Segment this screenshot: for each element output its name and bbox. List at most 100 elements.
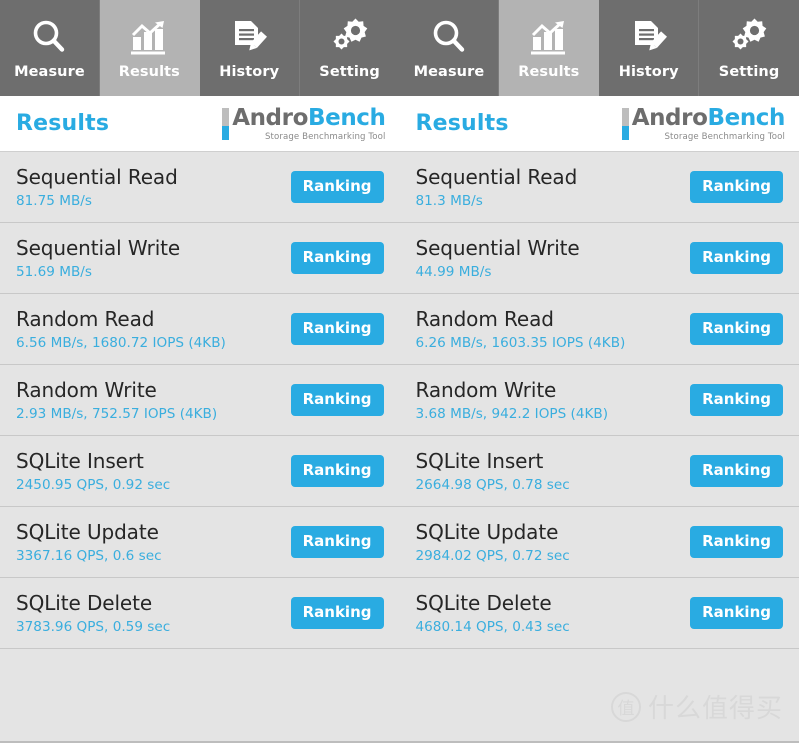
result-text: Sequential Write 44.99 MB/s <box>415 235 580 280</box>
tab-results[interactable]: Results <box>499 0 600 96</box>
tab-setting[interactable]: Setting <box>299 0 400 96</box>
result-text: SQLite Update 3367.16 QPS, 0.6 sec <box>16 519 162 564</box>
result-title: Random Write <box>16 377 157 402</box>
result-text: Sequential Read 81.3 MB/s <box>415 164 578 209</box>
ranking-button[interactable]: Ranking <box>690 455 783 487</box>
tab-history[interactable]: History <box>199 0 300 96</box>
result-value: 4680.14 QPS, 0.43 sec <box>415 618 570 635</box>
result-value: 2450.95 QPS, 0.92 sec <box>16 476 171 493</box>
page-title: Results <box>16 111 110 136</box>
logo-word-bench: Bench <box>307 105 386 131</box>
list-empty-space <box>0 649 400 743</box>
magnifier-icon <box>29 13 69 60</box>
logo-wordmark: AndroBench <box>232 105 386 131</box>
result-row: SQLite Insert 2450.95 QPS, 0.92 sec Rank… <box>0 436 400 507</box>
tab-measure[interactable]: Measure <box>0 0 100 96</box>
ranking-button[interactable]: Ranking <box>690 597 783 629</box>
ranking-button[interactable]: Ranking <box>290 384 384 416</box>
results-list: Sequential Read 81.3 MB/s Ranking Sequen… <box>399 152 799 743</box>
result-row: Random Read 6.26 MB/s, 1603.35 IOPS (4KB… <box>399 294 799 365</box>
androbench-panel: Measure Results History SettingResults <box>0 0 400 743</box>
tab-bar: Measure Results History Setting <box>0 0 400 96</box>
bar-chart-trend-icon <box>528 13 570 60</box>
result-value: 81.3 MB/s <box>415 192 483 209</box>
ranking-button[interactable]: Ranking <box>290 171 384 203</box>
ranking-button[interactable]: Ranking <box>690 171 783 203</box>
result-title: SQLite Delete <box>415 590 552 615</box>
bar-chart-trend-icon <box>128 13 170 60</box>
app-header: Results AndroBench Storage Benchmarking … <box>399 96 799 152</box>
tab-label: Results <box>118 64 180 80</box>
logo-bar-icon <box>222 107 230 140</box>
logo-word-andro: Andro <box>232 105 308 131</box>
result-value: 6.26 MB/s, 1603.35 IOPS (4KB) <box>415 334 626 351</box>
result-title: Random Read <box>16 306 155 331</box>
result-title: Sequential Read <box>415 164 578 189</box>
ranking-button[interactable]: Ranking <box>290 242 384 274</box>
tab-label: Setting <box>319 64 380 80</box>
gears-icon <box>329 13 371 60</box>
result-title: Random Write <box>415 377 557 402</box>
tab-setting[interactable]: Setting <box>699 0 799 96</box>
ranking-button[interactable]: Ranking <box>290 313 384 345</box>
result-text: Random Read 6.56 MB/s, 1680.72 IOPS (4KB… <box>16 306 226 351</box>
tab-label: Setting <box>718 64 780 80</box>
result-text: SQLite Delete 4680.14 QPS, 0.43 sec <box>415 590 570 635</box>
result-text: Random Write 3.68 MB/s, 942.2 IOPS (4KB) <box>415 377 609 422</box>
result-text: SQLite Insert 2450.95 QPS, 0.92 sec <box>16 449 171 493</box>
result-text: Random Write 2.93 MB/s, 752.57 IOPS (4KB… <box>16 377 218 422</box>
ranking-button[interactable]: Ranking <box>690 242 783 274</box>
result-text: Random Read 6.26 MB/s, 1603.35 IOPS (4KB… <box>415 306 626 351</box>
result-text: Sequential Write 51.69 MB/s <box>16 235 181 280</box>
ranking-button[interactable]: Ranking <box>290 597 384 629</box>
result-row: Sequential Write 44.99 MB/s Ranking <box>399 223 799 294</box>
tab-measure[interactable]: Measure <box>399 0 500 96</box>
result-row: Sequential Write 51.69 MB/s Ranking <box>0 223 400 294</box>
result-text: SQLite Delete 3783.96 QPS, 0.59 sec <box>16 590 171 635</box>
logo-tagline: Storage Benchmarking Tool <box>264 132 386 142</box>
result-row: SQLite Delete 3783.96 QPS, 0.59 sec Rank… <box>0 578 400 649</box>
androbench-logo: AndroBench Storage Benchmarking Tool <box>222 105 386 142</box>
result-value: 81.75 MB/s <box>16 192 92 209</box>
tab-history[interactable]: History <box>599 0 700 96</box>
dual-screenshot-comparison: Measure Results History SettingResults <box>0 0 799 743</box>
result-value: 3367.16 QPS, 0.6 sec <box>16 547 162 564</box>
gears-icon <box>728 13 770 60</box>
ranking-button[interactable]: Ranking <box>690 313 783 345</box>
ranking-button[interactable]: Ranking <box>690 526 783 558</box>
result-title: Sequential Read <box>16 164 178 189</box>
result-row: Sequential Read 81.3 MB/s Ranking <box>399 152 799 223</box>
result-value: 2.93 MB/s, 752.57 IOPS (4KB) <box>16 405 218 422</box>
result-row: Random Write 3.68 MB/s, 942.2 IOPS (4KB)… <box>399 365 799 436</box>
result-title: Sequential Write <box>16 235 181 260</box>
ranking-button[interactable]: Ranking <box>690 384 783 416</box>
tab-results[interactable]: Results <box>99 0 200 96</box>
result-title: Random Read <box>415 306 554 331</box>
tab-label: Measure <box>413 64 485 80</box>
logo-word-andro: Andro <box>631 105 708 131</box>
tab-label: History <box>618 64 679 80</box>
result-value: 51.69 MB/s <box>16 263 92 280</box>
result-title: SQLite Delete <box>16 590 153 615</box>
ranking-button[interactable]: Ranking <box>290 526 384 558</box>
result-row: SQLite Delete 4680.14 QPS, 0.43 sec Rank… <box>399 578 799 649</box>
ranking-button[interactable]: Ranking <box>290 455 384 487</box>
result-title: Sequential Write <box>415 235 580 260</box>
result-row: SQLite Update 2984.02 QPS, 0.72 sec Rank… <box>399 507 799 578</box>
tab-bar: Measure Results History Setting <box>399 0 799 96</box>
result-title: SQLite Update <box>16 519 159 544</box>
result-value: 3783.96 QPS, 0.59 sec <box>16 618 171 635</box>
result-value: 2984.02 QPS, 0.72 sec <box>415 547 570 564</box>
result-value: 2664.98 QPS, 0.78 sec <box>415 476 570 493</box>
result-text: Sequential Read 81.75 MB/s <box>16 164 178 209</box>
logo-tagline: Storage Benchmarking Tool <box>664 132 785 142</box>
page-title: Results <box>415 111 509 136</box>
result-value: 3.68 MB/s, 942.2 IOPS (4KB) <box>415 405 609 422</box>
result-text: SQLite Insert 2664.98 QPS, 0.78 sec <box>415 449 570 493</box>
logo-bar-icon <box>621 107 629 140</box>
result-row: Random Read 6.56 MB/s, 1680.72 IOPS (4KB… <box>0 294 400 365</box>
results-list: Sequential Read 81.75 MB/s Ranking Seque… <box>0 152 400 743</box>
magnifier-icon <box>429 13 469 60</box>
document-pencil-icon <box>628 13 670 60</box>
androbench-logo: AndroBench Storage Benchmarking Tool <box>621 105 785 142</box>
